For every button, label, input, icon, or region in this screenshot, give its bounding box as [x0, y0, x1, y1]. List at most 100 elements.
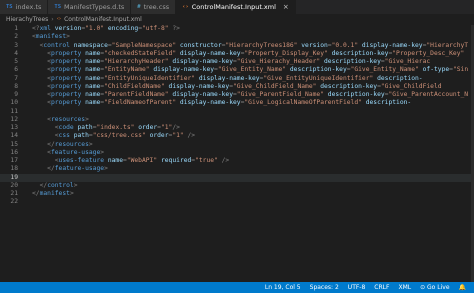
- syntax-token: >: [66, 33, 70, 41]
- editor-tab[interactable]: ‹› ControlManifest.Input.xml ×: [176, 0, 296, 14]
- syntax-token: >: [85, 115, 89, 123]
- syntax-token: display-name-key: [179, 49, 241, 57]
- code-text: <property name="EntityName" display-name…: [32, 66, 468, 74]
- code-line[interactable]: 5 <property name="HierarchyHeader" displ…: [0, 58, 474, 66]
- syntax-token: [32, 182, 40, 189]
- code-line[interactable]: 6 <property name="EntityName" display-na…: [0, 66, 474, 74]
- syntax-token: "HierarchyHeader": [104, 58, 169, 65]
- syntax-token: feature-usage: [54, 165, 105, 173]
- editor-tab[interactable]: TS index.ts: [0, 0, 49, 14]
- syntax-token: />: [221, 157, 230, 164]
- syntax-token: [32, 116, 47, 123]
- syntax-token: name: [85, 58, 101, 65]
- code-line[interactable]: 1 <?xml version="1.0" encoding="utf-8" ?>: [0, 25, 474, 33]
- line-number: 4: [14, 49, 18, 57]
- syntax-token: >: [104, 165, 108, 173]
- syntax-token: display-name-key: [168, 82, 230, 90]
- line-number: 19: [10, 173, 18, 181]
- notifications-bell-icon[interactable]: 🔔: [459, 284, 466, 291]
- syntax-token: "Property_Display_Key": [244, 49, 328, 57]
- close-tab-icon[interactable]: ×: [283, 3, 289, 11]
- code-line[interactable]: 18 </feature-usage>: [0, 165, 474, 173]
- syntax-token: manifest: [35, 33, 67, 41]
- syntax-token: required: [160, 157, 192, 164]
- line-number: 8: [14, 82, 18, 90]
- syntax-token: description-key: [327, 91, 385, 98]
- code-line[interactable]: 14 <css path="css/tree.css" order="1" />: [0, 132, 474, 140]
- code-line[interactable]: 22: [0, 198, 474, 206]
- syntax-token: uses-feature: [58, 157, 105, 164]
- syntax-token: "index.ts": [96, 124, 135, 131]
- syntax-token: display-name-key: [198, 74, 260, 82]
- code-line[interactable]: 12 <resources>: [0, 116, 474, 124]
- syntax-token: [32, 58, 47, 65]
- code-line[interactable]: 19: [0, 173, 474, 182]
- syntax-token: />: [172, 124, 180, 131]
- syntax-token: "1": [160, 124, 173, 131]
- editor-tab[interactable]: # tree.css: [131, 0, 177, 14]
- syntax-token: code: [58, 124, 74, 131]
- syntax-token: constructor: [179, 41, 222, 49]
- code-line[interactable]: 7 <property name="EntityUniqueIdentifier…: [0, 75, 474, 83]
- syntax-token: [32, 141, 47, 148]
- syntax-token: [32, 99, 47, 106]
- syntax-token: "HierarchyT: [426, 41, 469, 49]
- syntax-token: description-key: [331, 49, 389, 57]
- code-text: <control namespace="SampleNamespace" con…: [32, 41, 469, 50]
- syntax-token: >: [73, 181, 78, 189]
- ts-file-icon: TS: [54, 4, 62, 10]
- code-line[interactable]: 4 <property name="checkedStateField" dis…: [0, 50, 474, 58]
- syntax-token: display-name-key: [361, 41, 423, 49]
- code-line[interactable]: 10 <property name="FieldNameofParent" di…: [0, 99, 474, 107]
- syntax-token: "Give_Hierachy_Header": [236, 58, 321, 65]
- syntax-token: "ParentFieldName": [104, 91, 169, 98]
- syntax-token: >: [88, 140, 93, 148]
- syntax-token: namespace: [73, 41, 108, 49]
- line-number: 16: [10, 148, 18, 156]
- syntax-token: [32, 124, 55, 131]
- language-mode[interactable]: XML: [398, 284, 411, 291]
- code-line[interactable]: 2 <manifest>: [0, 33, 474, 41]
- code-line[interactable]: 17 <uses-feature name="WebAPI" required=…: [0, 157, 474, 165]
- file-encoding[interactable]: UTF-8: [348, 284, 366, 291]
- syntax-token: control: [43, 41, 70, 49]
- code-line[interactable]: 9 <property name="ParentFieldName" displ…: [0, 91, 474, 99]
- cursor-position[interactable]: Ln 19, Col 5: [265, 284, 301, 291]
- code-line[interactable]: 11: [0, 108, 474, 116]
- code-line[interactable]: 21 </manifest>: [0, 190, 474, 198]
- syntax-token: "Give_ParentAccount_N: [388, 91, 469, 98]
- code-line[interactable]: 20 </control>: [0, 182, 474, 190]
- code-line[interactable]: 13 <code path="index.ts" order="1"/>: [0, 124, 474, 132]
- code-text: <css path="css/tree.css" order="1" />: [32, 132, 195, 140]
- code-line[interactable]: 3 <control namespace="SampleNamespace" c…: [0, 42, 474, 50]
- end-of-line[interactable]: CRLF: [374, 284, 389, 291]
- syntax-token: "1.0": [85, 25, 105, 32]
- editor-tab[interactable]: TS ManifestTypes.d.ts: [48, 0, 132, 14]
- css-file-icon: #: [137, 4, 141, 10]
- line-number: 20: [10, 181, 18, 189]
- syntax-token: [32, 132, 55, 139]
- code-line[interactable]: 8 <property name="ChildFieldName" displa…: [0, 83, 474, 91]
- indentation[interactable]: Spaces: 2: [310, 284, 339, 291]
- syntax-token: description-key: [320, 82, 378, 90]
- syntax-token: [32, 75, 47, 82]
- syntax-token: "true": [195, 157, 218, 164]
- syntax-token: name: [85, 66, 101, 74]
- code-text: </resources>: [32, 141, 93, 149]
- go-live-button[interactable]: ⊙ Go Live: [420, 284, 449, 291]
- syntax-token: property: [50, 82, 82, 90]
- breadcrumb-file[interactable]: ControlManifest.Input.xml: [64, 16, 142, 23]
- code-editor[interactable]: 1 <?xml version="1.0" encoding="utf-8" ?>…: [0, 25, 474, 282]
- code-line[interactable]: 16 <feature-usage>: [0, 149, 474, 157]
- code-text: <?xml version="1.0" encoding="utf-8" ?>: [32, 25, 180, 33]
- tab-label: index.ts: [15, 3, 42, 11]
- breadcrumb-folder[interactable]: HierachyTrees: [6, 16, 48, 23]
- syntax-token: name: [107, 157, 124, 164]
- code-text: </manifest>: [32, 190, 74, 198]
- syntax-token: "Give_ParentField_Name": [236, 91, 324, 98]
- line-number: 7: [14, 74, 18, 82]
- code-text: <uses-feature name="WebAPI" required="tr…: [32, 157, 229, 165]
- syntax-token: xml: [39, 25, 51, 32]
- code-line[interactable]: 15 </resources>: [0, 141, 474, 149]
- code-text: <property name="ParentFieldName" display…: [32, 91, 468, 99]
